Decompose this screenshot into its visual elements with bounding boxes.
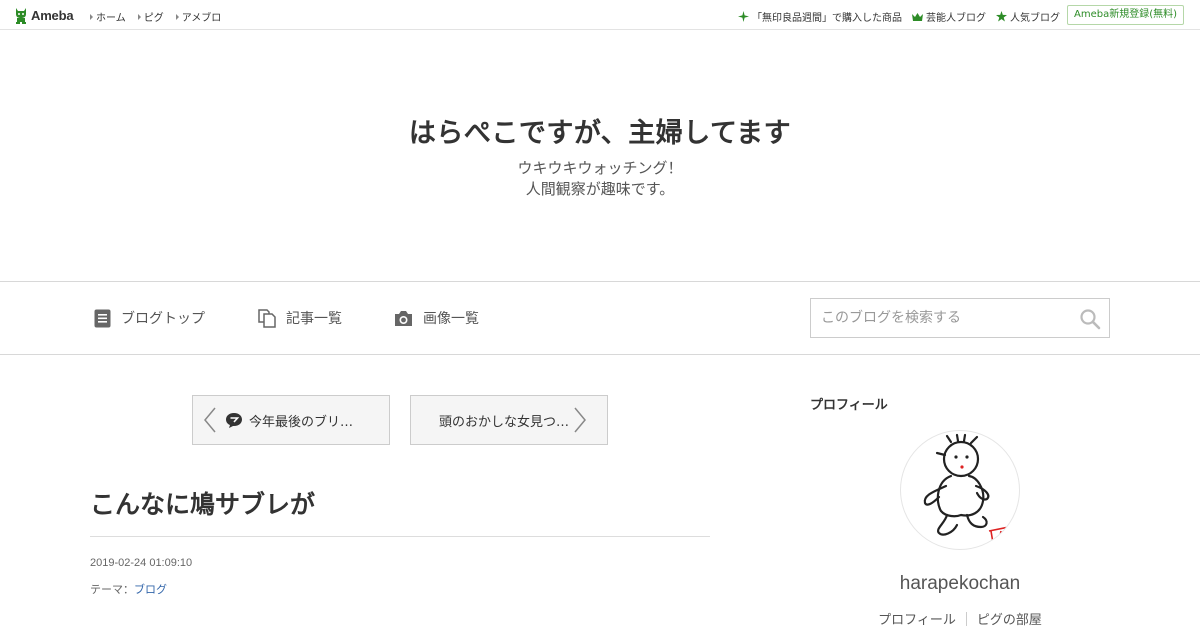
logo-text: Ameba [31, 7, 74, 23]
muji-week-link[interactable]: 「無印良品週間」で購入した商品 [738, 9, 902, 24]
global-header: Ameba ホーム ピグ アメブロ 「無印良品週間」で購入した商品 芸能人ブログ… [0, 0, 1200, 30]
comment-bubble-icon [226, 412, 242, 428]
prev-article-button[interactable]: 今年最後のブリ… [192, 395, 390, 445]
signup-button[interactable]: Ameba新規登録(無料) [1066, 5, 1184, 25]
blog-nav: ブログトップ 記事一覧 画像一覧 [0, 282, 1200, 355]
nav-article-list[interactable]: 記事一覧 [258, 308, 342, 328]
triangle-right-icon [175, 13, 179, 20]
triangle-right-icon [90, 13, 93, 20]
blog-search [810, 298, 1110, 338]
article-title[interactable]: こんなに鳩サブレが [90, 485, 315, 521]
article-date: 2019-02-24 01:09:10 [90, 557, 193, 569]
celebrity-blog-link[interactable]: 芸能人ブログ [912, 9, 986, 24]
global-nav-pigg[interactable]: ピグ [137, 9, 164, 24]
article-theme: テーマ：ブログ [90, 581, 167, 597]
blog-header: はらぺこですが、主婦してます ウキウキウォッチング！ 人間観察が趣味です。 [0, 31, 1200, 282]
profile-links: プロフィール ピグの部屋 [810, 609, 1110, 628]
ameba-logo[interactable]: Ameba [14, 6, 74, 24]
theme-prefix: テーマ： [90, 583, 134, 596]
profile-username[interactable]: harapekochan [810, 573, 1110, 595]
pigg-room-link[interactable]: ピグの部屋 [967, 609, 1052, 628]
copy-icon [258, 308, 276, 328]
ameba-mascot-icon [16, 8, 26, 24]
next-article-label: 頭のおかしな女見つ… [439, 414, 570, 430]
search-icon[interactable] [1079, 308, 1101, 330]
blog-title[interactable]: はらぺこですが、主婦してます [0, 111, 1200, 150]
prev-article-label: 今年最後のブリ… [249, 414, 354, 430]
chevron-right-icon [574, 407, 586, 433]
blog-description-line: 人間観察が趣味です。 [525, 180, 675, 198]
nav-image-list[interactable]: 画像一覧 [394, 308, 479, 328]
chevron-left-icon [204, 407, 216, 433]
profile-link[interactable]: プロフィール [868, 609, 966, 628]
document-icon [94, 309, 111, 327]
crown-icon [912, 12, 923, 21]
popular-blog-link[interactable]: 人気ブログ [996, 9, 1060, 24]
divider [90, 536, 710, 537]
blog-description: ウキウキウォッチング！ 人間観察が趣味です。 [0, 158, 1200, 200]
triangle-right-icon [137, 13, 141, 20]
search-input[interactable] [811, 299, 1071, 337]
camera-icon [395, 310, 412, 326]
next-article-button[interactable]: 頭のおかしな女見つ… [410, 395, 608, 445]
global-nav-home[interactable]: ホーム [90, 9, 126, 24]
avatar[interactable] [900, 430, 1020, 550]
global-nav: ホーム ピグ アメブロ [90, 9, 221, 24]
sparkle-icon [738, 11, 749, 22]
theme-link[interactable]: ブログ [134, 583, 167, 596]
nav-blog-top[interactable]: ブログトップ [94, 308, 205, 328]
global-nav-ameblo[interactable]: アメブロ [175, 9, 221, 24]
global-right-links: 「無印良品週間」で購入した商品 芸能人ブログ 人気ブログ [738, 9, 1060, 24]
profile-heading: プロフィール [810, 398, 888, 413]
blog-description-line: ウキウキウォッチング！ [517, 159, 683, 177]
avatar-drawing [923, 433, 1019, 544]
star-icon [996, 11, 1007, 22]
